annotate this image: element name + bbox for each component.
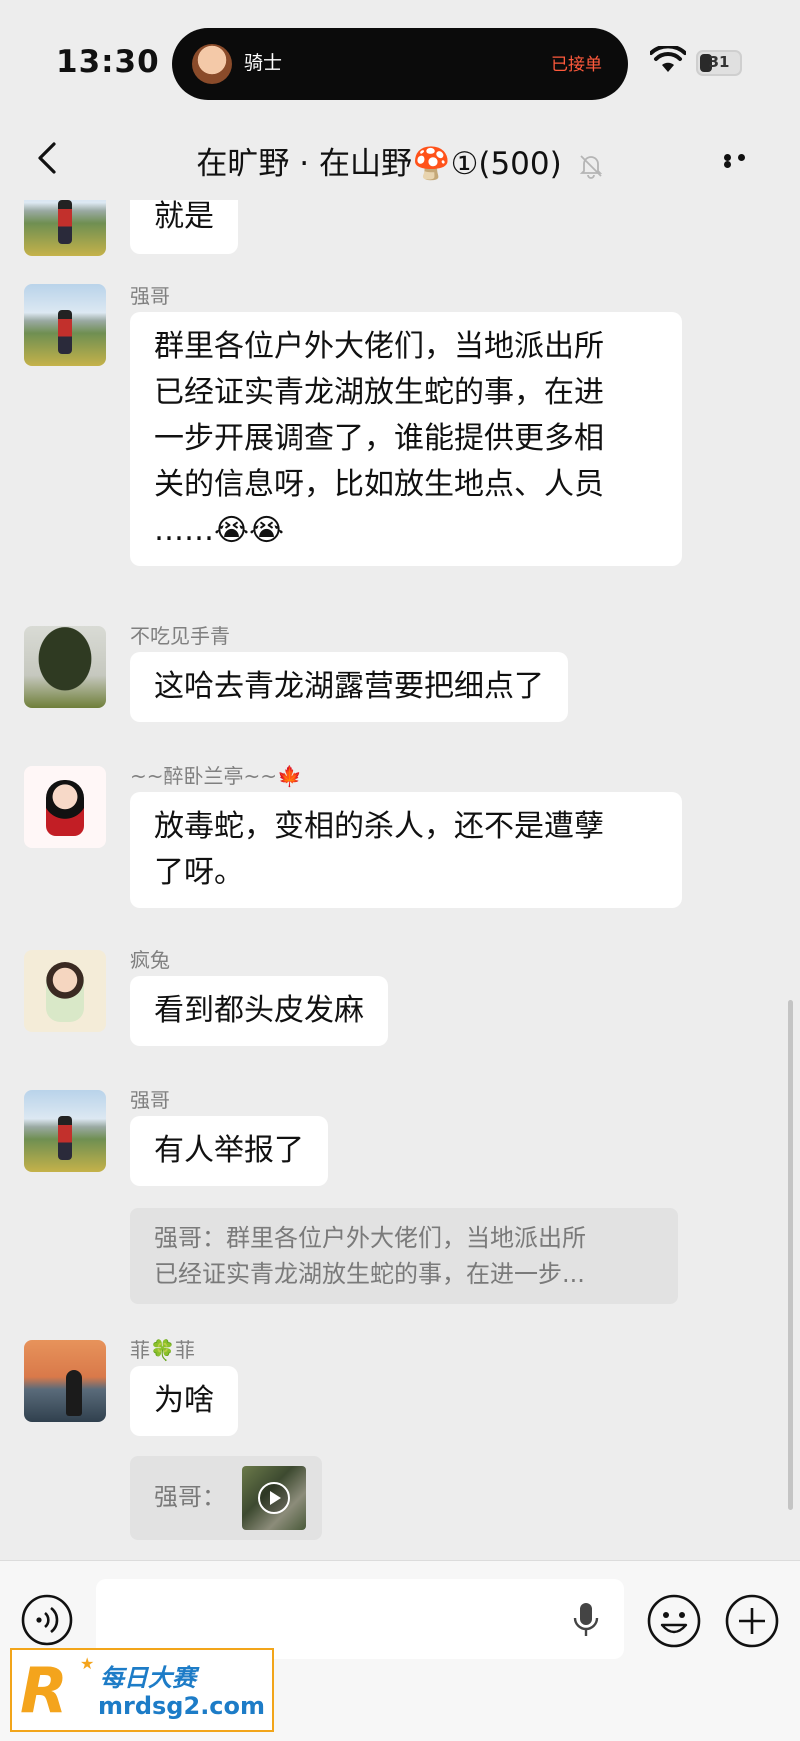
sender-name: 强哥 <box>130 1088 170 1112</box>
battery-percent: 31 <box>708 53 730 71</box>
quoted-message[interactable]: 强哥：群里各位户外大佬们，当地派出所 已经证实青龙湖放生蛇的事，在进一步... <box>130 1208 678 1304</box>
quote-text: 已经证实青龙湖放生蛇的事，在进一步... <box>154 1260 585 1288</box>
dynamic-island[interactable]: 骑士 已接单 <box>172 28 628 100</box>
message-bubble[interactable]: 群里各位户外大佬们，当地派出所 已经证实青龙湖放生蛇的事，在进 一步开展调查了，… <box>130 312 682 566</box>
message-text: 为啥 <box>154 1383 214 1418</box>
sender-name: 疯兔 <box>130 948 170 972</box>
watermark-url: mrdsg2.com <box>98 1692 266 1720</box>
message-text: 已经证实青龙湖放生蛇的事，在进 <box>154 375 604 410</box>
scrollbar[interactable] <box>788 1000 793 1510</box>
mic-icon[interactable] <box>572 1601 600 1639</box>
star-icon: ★ <box>80 1654 95 1673</box>
chat-header: 在旷野 · 在山野🍄①(500) <box>0 120 800 200</box>
sender-name: 不吃见手青 <box>130 624 230 648</box>
message-text: 这哈去青龙湖露营要把细点了 <box>154 669 544 704</box>
message-bubble[interactable]: 就是 <box>130 200 238 254</box>
watermark-brand: 每日大赛 <box>100 1664 196 1692</box>
wifi-icon <box>650 46 686 72</box>
message-bubble[interactable]: 为啥 <box>130 1366 238 1436</box>
plus-icon[interactable] <box>724 1593 780 1649</box>
more-icon[interactable] <box>724 154 764 168</box>
message-text: 了呀。 <box>154 855 244 890</box>
avatar[interactable] <box>24 200 106 256</box>
message-text: 有人举报了 <box>154 1133 304 1168</box>
avatar[interactable] <box>24 1090 106 1172</box>
message-text: 群里各位户外大佬们，当地派出所 <box>154 329 604 364</box>
watermark-logo: R ★ 每日大赛 mrdsg2.com <box>10 1648 274 1732</box>
watermark-letter: R <box>20 1654 68 1727</box>
island-status: 已接单 <box>551 55 602 75</box>
message-bubble[interactable]: 有人举报了 <box>130 1116 328 1186</box>
emoji-icon[interactable] <box>646 1593 702 1649</box>
rider-avatar-icon <box>192 44 232 84</box>
island-label: 骑士 <box>244 52 283 74</box>
message-input[interactable] <box>96 1579 624 1659</box>
battery-icon: 31 <box>696 50 742 76</box>
message-text: 看到都头皮发麻 <box>154 993 364 1028</box>
sender-name: ~~醉卧兰亭~~🍁 <box>130 764 302 788</box>
sender-name: 强哥 <box>130 284 170 308</box>
message-text: 就是 <box>154 200 214 234</box>
chat-title: 在旷野 · 在山野🍄①(500) <box>196 146 562 182</box>
avatar[interactable] <box>24 766 106 848</box>
clock: 13:30 <box>56 44 160 80</box>
chat-title-wrap[interactable]: 在旷野 · 在山野🍄①(500) <box>0 138 800 183</box>
quote-text: 强哥：群里各位户外大佬们，当地派出所 <box>154 1224 586 1252</box>
voice-icon[interactable] <box>20 1593 74 1647</box>
bell-muted-icon <box>579 154 602 179</box>
status-bar: 13:30 骑士 已接单 31 <box>0 0 800 120</box>
sender-name: 菲🍀菲 <box>130 1338 195 1362</box>
message-bubble[interactable]: 这哈去青龙湖露营要把细点了 <box>130 652 568 722</box>
play-icon <box>257 1482 290 1514</box>
message-bubble[interactable]: 看到都头皮发麻 <box>130 976 388 1046</box>
quote-text: 强哥： <box>154 1483 226 1511</box>
avatar[interactable] <box>24 284 106 366</box>
message-text: ……😭😭 <box>154 513 285 548</box>
message-text: 关的信息呀，比如放生地点、人员 <box>154 467 604 502</box>
video-thumbnail[interactable] <box>241 1466 306 1530</box>
quoted-message[interactable]: 强哥： <box>130 1456 322 1540</box>
message-list[interactable]: 就是 强哥 群里各位户外大佬们，当地派出所 已经证实青龙湖放生蛇的事，在进 一步… <box>0 200 800 1560</box>
message-bubble[interactable]: 放毒蛇，变相的杀人，还不是遭孽 了呀。 <box>130 792 682 908</box>
avatar[interactable] <box>24 1340 106 1422</box>
avatar[interactable] <box>24 626 106 708</box>
message-text: 一步开展调查了，谁能提供更多相 <box>154 421 604 456</box>
avatar[interactable] <box>24 950 106 1032</box>
message-text: 放毒蛇，变相的杀人，还不是遭孽 <box>154 809 604 844</box>
